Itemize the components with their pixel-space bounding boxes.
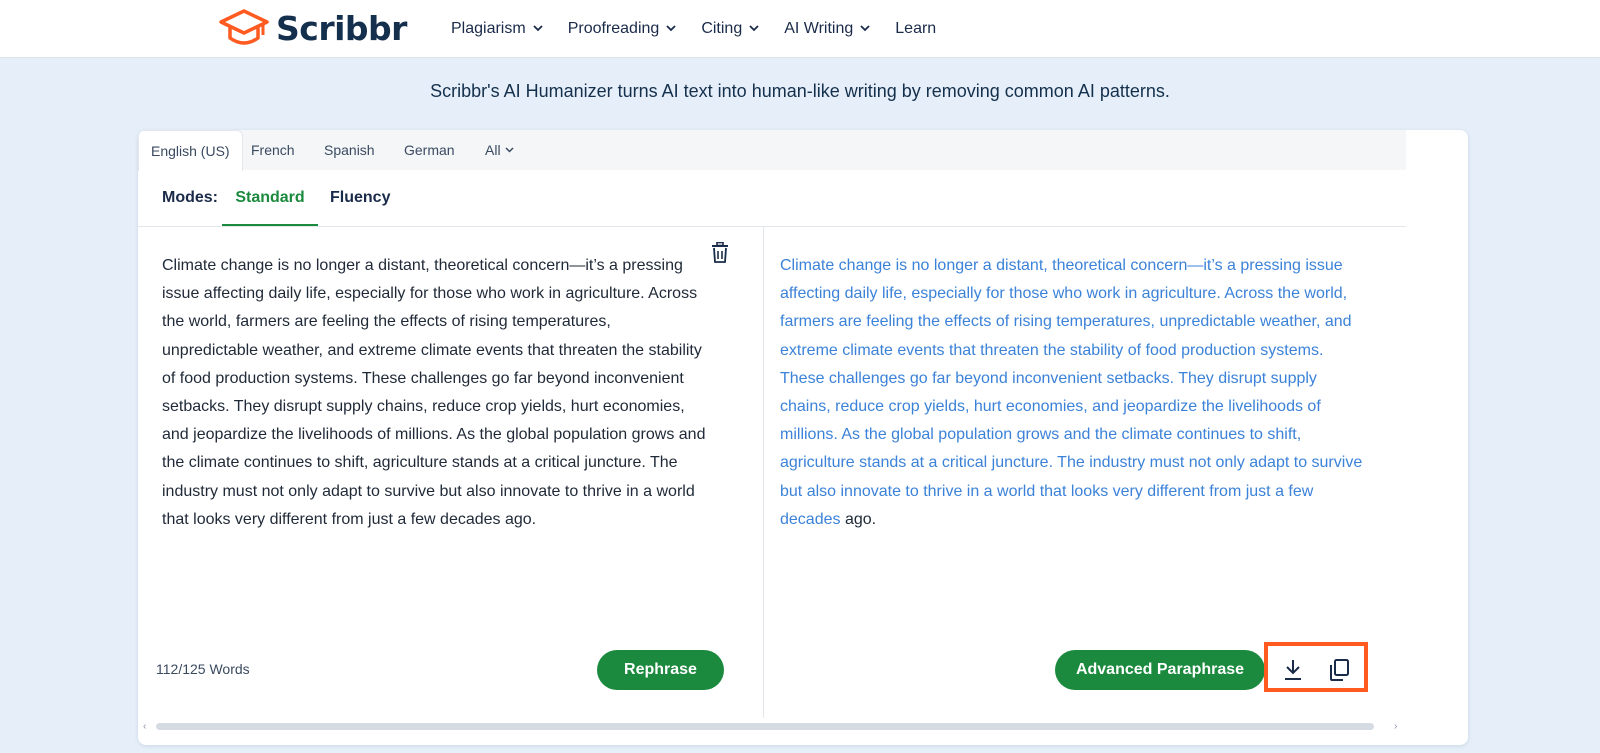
tab-spanish[interactable]: Spanish bbox=[324, 130, 375, 170]
tab-all-languages[interactable]: All bbox=[485, 130, 514, 170]
nav-learn-label: Learn bbox=[895, 19, 937, 37]
mode-tab-standard[interactable]: Standard bbox=[222, 170, 318, 226]
nav-proofreading[interactable]: Proofreading bbox=[568, 20, 677, 38]
chevron-down-icon bbox=[749, 25, 759, 32]
page-tagline: Scribbr's AI Humanizer turns AI text int… bbox=[430, 81, 1170, 101]
scroll-left-arrow-icon[interactable]: ‹ bbox=[143, 721, 146, 732]
horizontal-scrollbar[interactable]: ‹ › bbox=[138, 718, 1406, 735]
output-unchanged-text: ago. bbox=[844, 510, 877, 528]
word-count: 112/125 Words bbox=[156, 661, 250, 677]
output-changed-text: Climate change is no longer a distant, t… bbox=[780, 257, 1363, 528]
mode-tab-fluency[interactable]: Fluency bbox=[330, 170, 390, 226]
chevron-down-icon bbox=[533, 25, 543, 32]
nav-citing-label: Citing bbox=[701, 19, 743, 37]
main-nav: Plagiarism Proofreading Citing AI Writin… bbox=[451, 0, 961, 57]
nav-plagiarism[interactable]: Plagiarism bbox=[451, 20, 543, 38]
logo-wordmark: Scribbr bbox=[276, 8, 407, 48]
output-text-area: Climate change is no longer a distant, t… bbox=[780, 252, 1370, 534]
pane-divider bbox=[763, 227, 764, 718]
nav-ai-writing[interactable]: AI Writing bbox=[784, 20, 870, 38]
chevron-down-icon bbox=[666, 25, 676, 32]
scrollbar-thumb[interactable] bbox=[156, 723, 1374, 730]
tab-german[interactable]: German bbox=[404, 130, 455, 170]
rephrase-button[interactable]: Rephrase bbox=[597, 650, 724, 690]
modes-label: Modes: bbox=[162, 189, 218, 206]
chevron-down-icon bbox=[505, 147, 514, 153]
chevron-down-icon bbox=[860, 25, 870, 32]
tab-all-label: All bbox=[485, 142, 501, 158]
top-navigation-bar: Scribbr Plagiarism Proofreading Citing A… bbox=[0, 0, 1600, 58]
nav-plagiarism-label: Plagiarism bbox=[451, 19, 526, 37]
scribbr-logo[interactable]: Scribbr bbox=[218, 6, 407, 50]
download-icon[interactable] bbox=[1282, 658, 1304, 682]
trash-icon[interactable] bbox=[710, 242, 730, 264]
humanizer-tool-card: English (US) French Spanish German All M… bbox=[138, 130, 1468, 745]
graduation-cap-logo-icon bbox=[219, 9, 269, 45]
nav-ai-writing-label: AI Writing bbox=[784, 19, 854, 37]
tab-french[interactable]: French bbox=[251, 130, 295, 170]
nav-proofreading-label: Proofreading bbox=[567, 19, 660, 37]
nav-citing[interactable]: Citing bbox=[701, 20, 759, 38]
highlight-annotation-box bbox=[1264, 642, 1368, 692]
language-tabs: English (US) French Spanish German All bbox=[138, 130, 1406, 171]
modes-row: Modes: Standard Fluency bbox=[138, 170, 1406, 227]
tab-english-us[interactable]: English (US) bbox=[138, 130, 243, 171]
advanced-paraphrase-button[interactable]: Advanced Paraphrase bbox=[1055, 650, 1265, 690]
input-text-area[interactable]: Climate change is no longer a distant, t… bbox=[162, 252, 707, 534]
nav-learn[interactable]: Learn bbox=[895, 20, 936, 38]
copy-icon[interactable] bbox=[1328, 658, 1350, 682]
scroll-right-arrow-icon[interactable]: › bbox=[1394, 721, 1397, 732]
